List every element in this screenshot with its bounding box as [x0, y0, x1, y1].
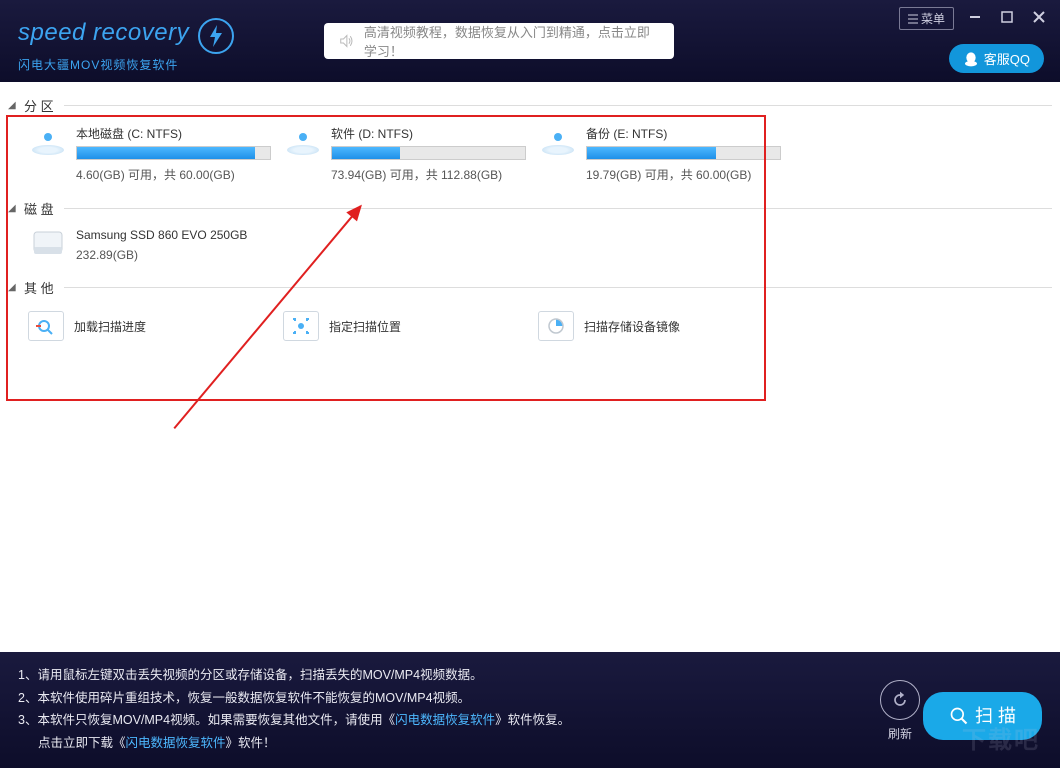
lightning-icon	[198, 18, 234, 54]
collapse-arrow-icon: ◢	[8, 203, 18, 214]
ssd-icon	[28, 228, 68, 260]
partition-name: 软件 (D: NTFS)	[331, 125, 538, 142]
partition-item[interactable]: 备份 (E: NTFS) 19.79(GB) 可用，共 60.00(GB)	[538, 125, 793, 183]
action-icon	[283, 311, 319, 341]
software-link[interactable]: 闪电数据恢复软件	[395, 713, 495, 727]
partition-usage: 4.60(GB) 可用，共 60.00(GB)	[76, 166, 283, 183]
other-action-item[interactable]: 指定扫描位置	[283, 311, 538, 341]
logo-subtitle: 闪电大疆MOV视频恢复软件	[18, 56, 234, 73]
usage-bar	[586, 146, 781, 160]
tutorial-text: 高清视频教程，数据恢复从入门到精通，点击立即学习！	[364, 22, 660, 60]
tutorial-banner[interactable]: 高清视频教程，数据恢复从入门到精通，点击立即学习！	[324, 23, 674, 59]
minimize-button[interactable]	[964, 6, 986, 31]
partitions-list: 本地磁盘 (C: NTFS) 4.60(GB) 可用，共 60.00(GB) 软…	[8, 119, 1052, 193]
partition-name: 备份 (E: NTFS)	[586, 125, 793, 142]
drive-icon	[538, 125, 578, 157]
drive-icon	[28, 125, 68, 157]
watermark: 下载吧	[962, 719, 1040, 762]
other-action-item[interactable]: 加载扫描进度	[28, 311, 283, 341]
action-label: 加载扫描进度	[74, 318, 146, 335]
section-title: 磁 盘	[24, 199, 54, 218]
section-other-header[interactable]: ◢ 其 他	[8, 278, 1052, 297]
partition-name: 本地磁盘 (C: NTFS)	[76, 125, 283, 142]
partition-item[interactable]: 本地磁盘 (C: NTFS) 4.60(GB) 可用，共 60.00(GB)	[28, 125, 283, 183]
menu-button[interactable]: 菜单	[899, 7, 954, 30]
other-action-item[interactable]: 扫描存储设备镜像	[538, 311, 793, 341]
qq-support-button[interactable]: 客服QQ	[949, 44, 1044, 73]
usage-bar	[331, 146, 526, 160]
others-list: 加载扫描进度 指定扫描位置 扫描存储设备镜像	[8, 301, 1052, 351]
action-label: 扫描存储设备镜像	[584, 318, 680, 335]
action-label: 指定扫描位置	[329, 318, 401, 335]
main-content: ◢ 分 区 本地磁盘 (C: NTFS) 4.60(GB) 可用，共 60.00…	[0, 82, 1060, 652]
window-controls: 菜单	[899, 6, 1050, 31]
section-title: 分 区	[24, 96, 54, 115]
partition-item[interactable]: 软件 (D: NTFS) 73.94(GB) 可用，共 112.88(GB)	[283, 125, 538, 183]
collapse-arrow-icon: ◢	[8, 282, 18, 293]
disks-list: Samsung SSD 860 EVO 250GB 232.89(GB)	[8, 222, 1052, 272]
partition-usage: 19.79(GB) 可用，共 60.00(GB)	[586, 166, 793, 183]
menu-icon	[908, 14, 918, 24]
usage-bar	[76, 146, 271, 160]
section-disk-header[interactable]: ◢ 磁 盘	[8, 199, 1052, 218]
qq-icon	[963, 51, 979, 67]
close-button[interactable]	[1028, 6, 1050, 31]
app-footer: 1、请用鼠标左键双击丢失视频的分区或存储设备，扫描丢失的MOV/MP4视频数据。…	[0, 652, 1060, 768]
section-title: 其 他	[24, 278, 54, 297]
disk-size: 232.89(GB)	[76, 248, 247, 262]
app-header: speed recovery 闪电大疆MOV视频恢复软件 高清视频教程，数据恢复…	[0, 0, 1060, 82]
action-icon	[28, 311, 64, 341]
logo-area: speed recovery 闪电大疆MOV视频恢复软件	[0, 10, 234, 73]
logo-text: speed recovery	[18, 19, 189, 46]
section-partition-header[interactable]: ◢ 分 区	[8, 96, 1052, 115]
speaker-icon	[338, 32, 354, 50]
disk-item[interactable]: Samsung SSD 860 EVO 250GB 232.89(GB)	[28, 228, 1052, 262]
partition-usage: 73.94(GB) 可用，共 112.88(GB)	[331, 166, 538, 183]
collapse-arrow-icon: ◢	[8, 100, 18, 111]
action-icon	[538, 311, 574, 341]
maximize-button[interactable]	[996, 6, 1018, 31]
refresh-icon	[880, 680, 920, 720]
drive-icon	[283, 125, 323, 157]
disk-name: Samsung SSD 860 EVO 250GB	[76, 228, 247, 242]
download-link[interactable]: 闪电数据恢复软件	[126, 736, 226, 750]
refresh-button[interactable]: 刷新	[880, 680, 920, 746]
